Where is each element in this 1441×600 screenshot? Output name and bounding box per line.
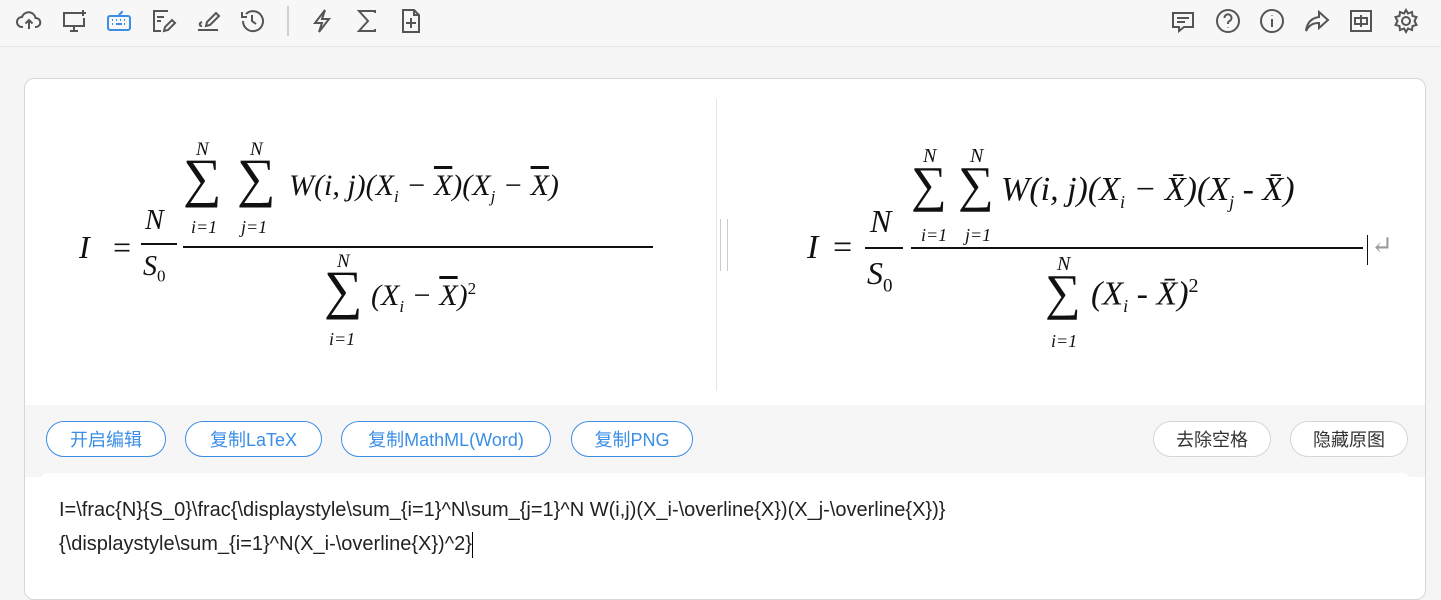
preview-divider xyxy=(716,99,717,391)
open-edit-button[interactable]: 开启编辑 xyxy=(46,421,166,457)
info-icon[interactable] xyxy=(1255,4,1289,38)
latex-line-1: I=\frac{N}{S_0}\frac{\displaystyle\sum_{… xyxy=(59,499,946,521)
toolbar-separator xyxy=(287,6,289,36)
resize-handle[interactable] xyxy=(720,219,728,271)
gear-icon[interactable] xyxy=(1389,4,1423,38)
handwriting-icon[interactable] xyxy=(191,4,225,38)
monitor-add-icon[interactable] xyxy=(57,4,91,38)
chat-icon[interactable] xyxy=(1166,4,1200,38)
share-icon[interactable] xyxy=(1300,4,1334,38)
keyboard-icon[interactable] xyxy=(102,4,136,38)
remove-space-button[interactable]: 去除空格 xyxy=(1153,421,1271,457)
latex-editor[interactable]: I=\frac{N}{S_0}\frac{\displaystyle\sum_{… xyxy=(41,473,1409,599)
file-add-icon[interactable] xyxy=(394,4,428,38)
action-bar: 开启编辑 复制LaTeX 复制MathML(Word) 复制PNG 去除空格 隐… xyxy=(25,405,1425,477)
preview-area: I = N S0 N ∑ i=1 N ∑ j=1 W(i, j)(Xi − X)… xyxy=(25,79,1425,406)
sigma-icon[interactable] xyxy=(350,4,384,38)
latex-line-2: {\displaystyle\sum_{i=1}^N(X_i-\overline… xyxy=(59,527,1391,561)
copy-latex-button[interactable]: 复制LaTeX xyxy=(185,421,322,457)
toolbar xyxy=(0,0,1441,47)
help-icon[interactable] xyxy=(1211,4,1245,38)
cloud-upload-icon[interactable] xyxy=(12,4,46,38)
copy-mathml-button[interactable]: 复制MathML(Word) xyxy=(341,421,551,457)
text-caret xyxy=(471,531,473,558)
formula-card: I = N S0 N ∑ i=1 N ∑ j=1 W(i, j)(Xi − X)… xyxy=(24,78,1426,600)
note-edit-icon[interactable] xyxy=(146,4,180,38)
hide-original-button[interactable]: 隐藏原图 xyxy=(1290,421,1408,457)
copy-png-button[interactable]: 复制PNG xyxy=(571,421,693,457)
window-icon[interactable] xyxy=(1344,4,1378,38)
history-icon[interactable] xyxy=(235,4,269,38)
lightning-icon[interactable] xyxy=(305,4,339,38)
